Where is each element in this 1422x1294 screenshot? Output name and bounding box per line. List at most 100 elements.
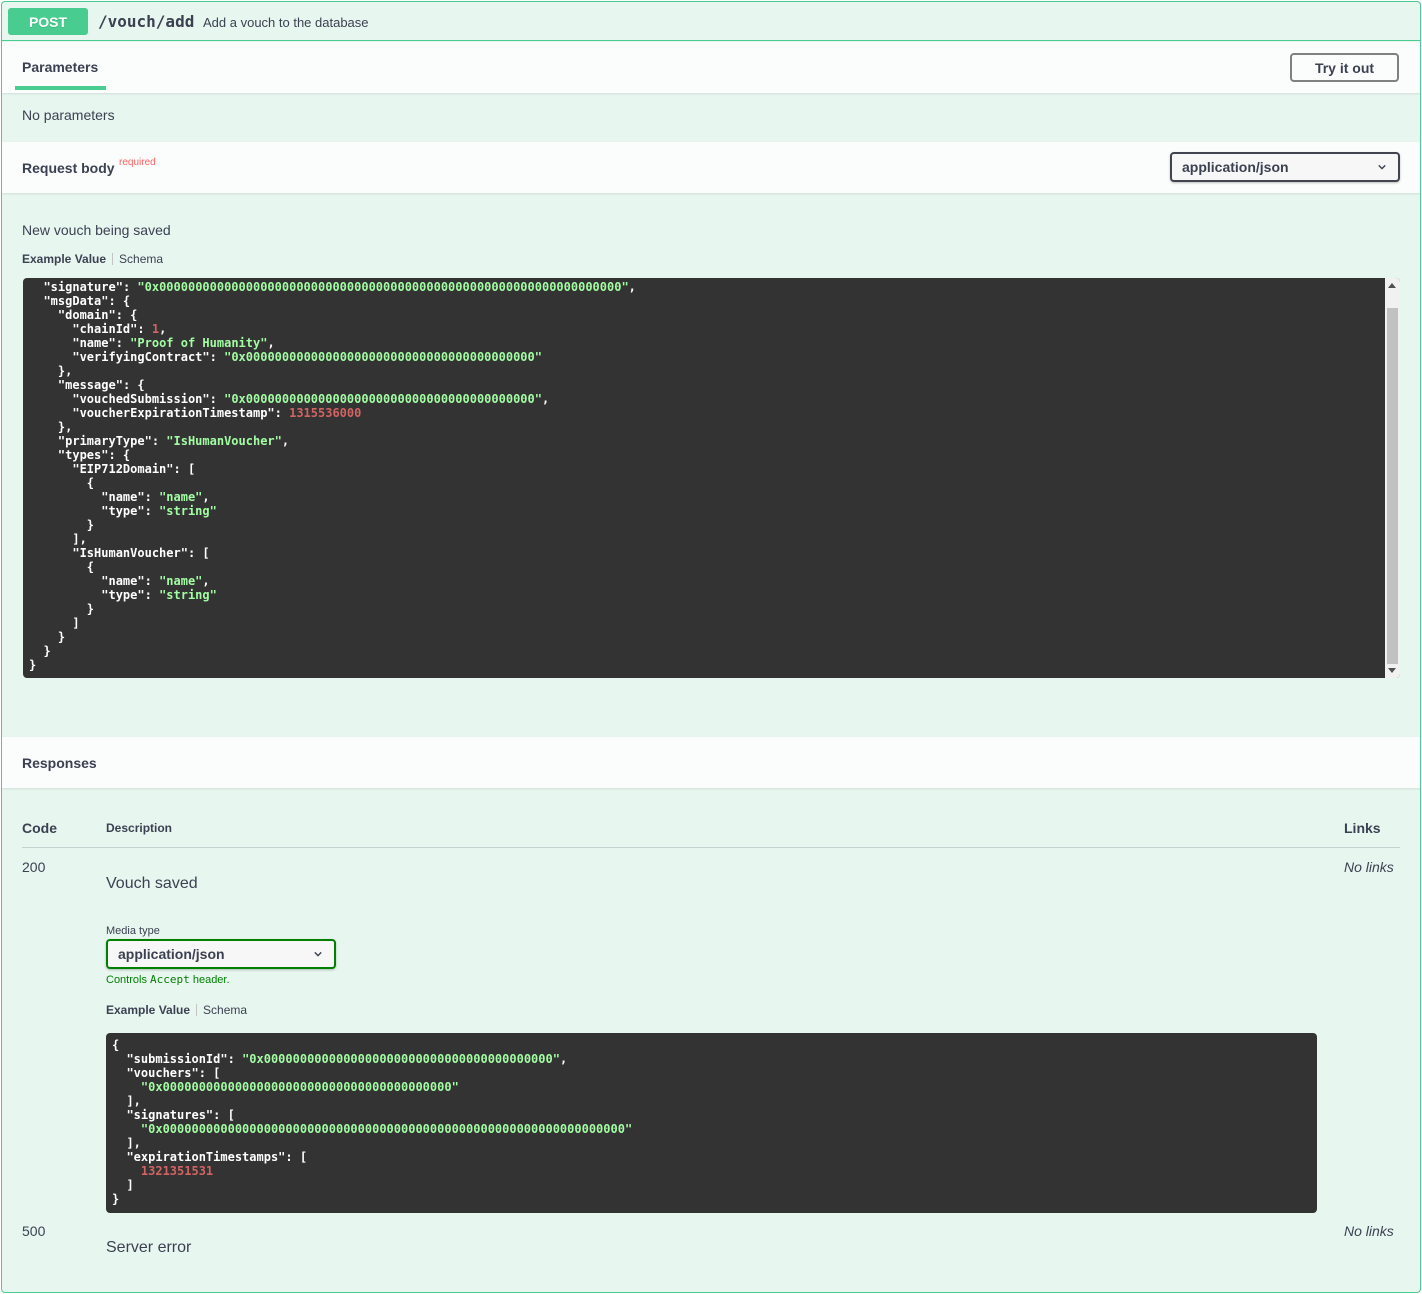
code-line: } — [112, 1192, 632, 1206]
method-badge: POST — [8, 8, 88, 35]
tab-schema[interactable]: Schema — [119, 252, 163, 266]
responses-header: Responses — [2, 737, 1420, 788]
code-line: "verifyingContract": "0x0000000000000000… — [29, 350, 636, 364]
code-line: "submissionId": "0x000000000000000000000… — [112, 1052, 632, 1066]
code-token: "signature" — [43, 280, 123, 294]
code-line: "voucherExpirationTimestamp": 1315536000 — [29, 406, 636, 420]
request-example-code[interactable]: "signature": "0x000000000000000000000000… — [23, 278, 1400, 678]
code-token: "type" — [101, 504, 145, 518]
code-line: "msgData": { — [29, 294, 636, 308]
operation-summary[interactable]: POST /vouch/add Add a vouch to the datab… — [2, 2, 1420, 41]
tab-schema[interactable]: Schema — [203, 1003, 247, 1017]
code-line: "type": "string" — [29, 504, 636, 518]
response-example-lines: { "submissionId": "0x0000000000000000000… — [112, 1038, 632, 1206]
code-token: "message" — [57, 378, 123, 392]
code-token: : [ — [198, 1066, 221, 1080]
tab-example-value[interactable]: Example Value — [106, 1003, 190, 1017]
code-token: ] — [112, 1178, 134, 1192]
scroll-up-arrow-icon[interactable] — [1388, 283, 1396, 288]
scroll-thumb[interactable] — [1387, 308, 1398, 664]
code-line: 1321351531 — [112, 1164, 632, 1178]
code-token: : — [209, 350, 225, 364]
code-line: "chainId": 1, — [29, 322, 636, 336]
code-token: "string" — [159, 504, 217, 518]
controls-accept-note: Controls Accept header. — [106, 973, 230, 986]
request-content-type-select[interactable]: application/json — [1170, 152, 1400, 182]
response-example-tabs: Example Value Schema — [106, 1003, 247, 1017]
code-line: }, — [29, 364, 636, 378]
request-body-title: Request body — [22, 160, 115, 176]
code-line: ], — [112, 1094, 632, 1108]
column-code: Code — [22, 820, 57, 836]
code-line: } — [29, 518, 636, 532]
code-token: : { — [108, 294, 131, 308]
tab-example-value[interactable]: Example Value — [22, 252, 106, 266]
code-token: "string" — [159, 588, 217, 602]
operation-block: POST /vouch/add Add a vouch to the datab… — [1, 1, 1421, 1293]
controls-suffix: header. — [189, 974, 230, 986]
request-body-description: New vouch being saved — [22, 222, 171, 238]
code-line: } — [29, 644, 636, 658]
column-description: Description — [106, 821, 173, 835]
code-token: : — [151, 434, 167, 448]
code-token: "signatures" — [126, 1108, 214, 1122]
code-scrollbar[interactable] — [1385, 278, 1400, 678]
code-token: "name" — [159, 490, 203, 504]
request-example-tabs: Example Value Schema — [22, 252, 163, 266]
tab-parameters[interactable]: Parameters — [22, 59, 98, 75]
code-line: { — [29, 476, 636, 490]
response-description-200: Vouch saved — [106, 875, 198, 892]
code-token: : — [144, 504, 160, 518]
try-it-out-button[interactable]: Try it out — [1290, 53, 1399, 82]
code-token: "name" — [101, 574, 145, 588]
code-token: } — [29, 602, 95, 616]
column-links: Links — [1344, 820, 1381, 836]
code-line: "EIP712Domain": [ — [29, 462, 636, 476]
code-token: , — [559, 1052, 568, 1066]
code-line: "domain": { — [29, 308, 636, 322]
code-token: "submissionId" — [126, 1052, 228, 1066]
response-example-code[interactable]: { "submissionId": "0x0000000000000000000… — [106, 1033, 1317, 1213]
code-token: : { — [122, 378, 145, 392]
code-token: "0x0000000000000000000000000000000000000… — [140, 1122, 633, 1136]
code-token: "0x0000000000000000000000000000000000000… — [137, 280, 629, 294]
code-token: : — [144, 588, 160, 602]
code-line: "0x0000000000000000000000000000000000000… — [112, 1080, 632, 1094]
code-token: "0x0000000000000000000000000000000000000… — [224, 392, 542, 406]
code-token: ], — [29, 532, 87, 546]
response-code-200: 200 — [22, 859, 46, 875]
code-token: "verifyingContract" — [72, 350, 210, 364]
code-token: : — [144, 490, 160, 504]
request-body-header: Request body required application/json — [2, 142, 1420, 193]
code-token: "domain" — [57, 308, 116, 322]
code-token: : — [144, 574, 160, 588]
code-token: "name" — [101, 490, 145, 504]
code-token: 1321351531 — [140, 1164, 214, 1178]
table-divider — [22, 847, 1400, 848]
code-token: : [ — [173, 462, 196, 476]
code-token: : — [209, 392, 225, 406]
response-media-type-select[interactable]: application/json — [106, 939, 336, 969]
scroll-down-arrow-icon[interactable] — [1388, 668, 1396, 673]
response-code-500: 500 — [22, 1223, 46, 1239]
code-line: "primaryType": "IsHumanVoucher", — [29, 434, 636, 448]
code-token: : — [122, 280, 138, 294]
code-token: { — [29, 476, 95, 490]
code-line: { — [29, 560, 636, 574]
code-line: "name": "name", — [29, 490, 636, 504]
parameters-header: Parameters Try it out — [2, 42, 1420, 93]
code-line: ] — [29, 616, 636, 630]
